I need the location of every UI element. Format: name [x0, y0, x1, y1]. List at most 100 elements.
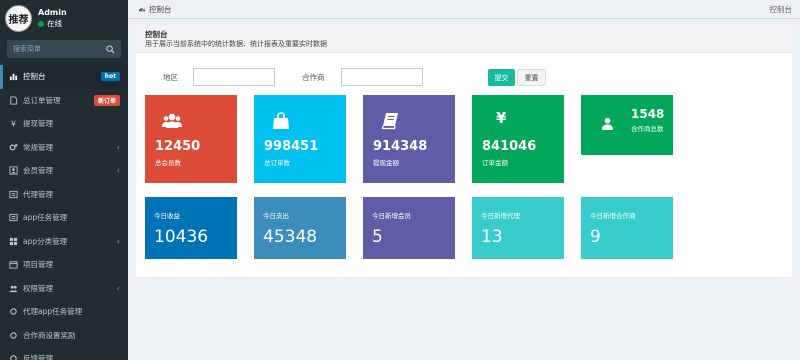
sidebar-item-10[interactable]: 代理app任务管理 [0, 300, 128, 324]
sidebar-item-5[interactable]: 代理管理 [0, 183, 128, 207]
card-label: 订单金额 [482, 159, 508, 167]
sidebar-item-8[interactable]: 项目管理 [0, 253, 128, 277]
sidebar-item-1[interactable]: 总订单管理 新订单 [0, 89, 128, 113]
stat-value: 45348 [263, 227, 318, 247]
user-name: Admin [38, 8, 67, 17]
category-icon [9, 237, 18, 246]
sidebar-item-label: 代理管理 [23, 189, 53, 199]
yen-icon: ¥ [9, 119, 18, 128]
list-icon [9, 190, 18, 199]
user-panel: 推荐 Admin 在线 [0, 0, 128, 36]
dashboard-panel: 控制台 用于展示当前系统中的统计数据、统计报表及重要实时数据 地区 合作商 提交… [136, 25, 792, 277]
sidebar-item-label: 权限管理 [23, 283, 53, 293]
today-new-members-stat: 今日新增会员 5 [363, 197, 455, 259]
order-amount-card: ¥ 841046 订单金额 [472, 95, 564, 183]
page-header-title: 控制台 [769, 4, 793, 14]
sidebar-item-3[interactable]: 常规管理 ‹ [0, 136, 128, 160]
filter-form: 地区 合作商 提交 重置 [136, 68, 792, 88]
chevron-left-icon[interactable]: ‹ [117, 166, 120, 175]
stat-label: 今日新增会员 [372, 212, 411, 220]
sidebar-item-label: 总订单管理 [23, 95, 61, 105]
chevron-left-icon[interactable]: ‹ [117, 284, 120, 293]
region-input[interactable] [193, 68, 275, 86]
submit-button[interactable]: 提交 [488, 69, 515, 86]
stat-value: 5 [372, 227, 383, 247]
shopping-bag-icon [273, 112, 289, 129]
sidebar: 推荐 Admin 在线 搜索菜单 控制台 hot 总订单管理 新订单 ¥ 提现管理常规管理… [0, 0, 128, 360]
cogs-icon [9, 143, 18, 152]
dashboard-icon [138, 8, 146, 12]
stat-label: 今日收益 [154, 212, 180, 220]
sidebar-item-label: 常规管理 [23, 142, 53, 152]
sidebar-menu: 控制台 hot 总订单管理 新订单 ¥ 提现管理常规管理 ‹ 会员管理 ‹ 代理管理 app任务管理… [0, 65, 128, 360]
top-bar: 控制台 控制台 [128, 0, 800, 19]
breadcrumb[interactable]: 控制台 [138, 4, 172, 15]
card-label: 提现金额 [373, 159, 399, 167]
card-label: 总订单数 [264, 159, 290, 167]
withdrawal-amount-card: 914348 提现金额 [363, 95, 455, 183]
user-icon [9, 166, 18, 175]
sidebar-item-0[interactable]: 控制台 hot [0, 65, 128, 89]
card-value: 1548 [631, 107, 665, 121]
svg-text:¥: ¥ [11, 119, 16, 128]
sidebar-item-label: app任务管理 [23, 213, 68, 223]
sidebar-item-2[interactable]: ¥ 提现管理 [0, 112, 128, 136]
total-members-card: 12450 总会员数 [145, 95, 237, 183]
total-orders-card: 998451 总订单数 [254, 95, 346, 183]
sidebar-item-label: 会员管理 [23, 166, 53, 176]
menu-badge: 新订单 [93, 94, 120, 106]
user-info: Admin 在线 [38, 7, 67, 29]
avatar[interactable]: 推荐 [5, 4, 32, 32]
search-icon[interactable] [106, 44, 115, 54]
chevron-left-icon[interactable]: ‹ [117, 237, 120, 246]
circle-icon [9, 354, 18, 360]
sidebar-item-11[interactable]: 合作商设置奖励 [0, 324, 128, 348]
stat-value: 13 [481, 227, 503, 247]
circle-icon [9, 307, 18, 316]
today-expense-stat: 今日支出 45348 [254, 197, 346, 259]
sidebar-item-4[interactable]: 会员管理 ‹ [0, 159, 128, 183]
panel-description: 用于展示当前系统中的统计数据、统计报表及重要实时数据 [145, 40, 327, 48]
today-income-stat: 今日收益 10436 [145, 197, 237, 259]
sidebar-item-6[interactable]: app任务管理 [0, 206, 128, 230]
stat-label: 今日新增合作商 [590, 212, 636, 220]
sidebar-item-label: 控制台 [23, 72, 46, 82]
breadcrumb-label[interactable]: 控制台 [149, 4, 172, 15]
reset-button[interactable]: 重置 [517, 69, 546, 86]
sidebar-search[interactable]: 搜索菜单 [7, 40, 121, 58]
sidebar-item-label: 合作商设置奖励 [23, 330, 76, 340]
region-label: 地区 [163, 73, 178, 82]
file-icon [9, 96, 18, 105]
today-new-agents-stat: 今日新增代理 13 [472, 197, 564, 259]
card-value: 12450 [155, 139, 201, 154]
partner-input[interactable] [341, 68, 423, 86]
users-icon [9, 284, 18, 293]
sidebar-item-9[interactable]: 权限管理 ‹ [0, 277, 128, 301]
card-label: 总会员数 [155, 159, 181, 167]
card-value: 841046 [482, 139, 537, 154]
menu-badge: hot [100, 72, 120, 82]
stat-value: 9 [590, 227, 601, 247]
card-value: 914348 [373, 139, 428, 154]
sidebar-item-label: 反馈管理 [23, 354, 53, 360]
user-status-label: 在线 [47, 19, 62, 28]
chevron-left-icon[interactable]: ‹ [117, 143, 120, 152]
sidebar-item-12[interactable]: 反馈管理 [0, 347, 128, 360]
stat-label: 今日支出 [263, 212, 289, 220]
book-icon [381, 113, 398, 130]
today-new-partners-stat: 今日新增合作商 9 [581, 197, 673, 259]
user-icon [601, 117, 614, 130]
panel-title: 控制台 [145, 30, 168, 39]
sidebar-item-label: 项目管理 [23, 260, 53, 270]
users-icon [162, 113, 182, 128]
stat-label: 今日新增代理 [481, 212, 520, 220]
total-partners-card: 1548 合作商总数 [581, 95, 673, 155]
sidebar-item-7[interactable]: app分类管理 ‹ [0, 230, 128, 254]
search-input[interactable]: 搜索菜单 [13, 44, 41, 54]
circle-icon [9, 331, 18, 340]
card-value: 998451 [264, 139, 319, 154]
online-status-icon [38, 20, 44, 27]
sidebar-item-label: 提现管理 [23, 119, 53, 129]
dashboard-icon [9, 72, 18, 81]
calendar-icon [9, 260, 18, 269]
